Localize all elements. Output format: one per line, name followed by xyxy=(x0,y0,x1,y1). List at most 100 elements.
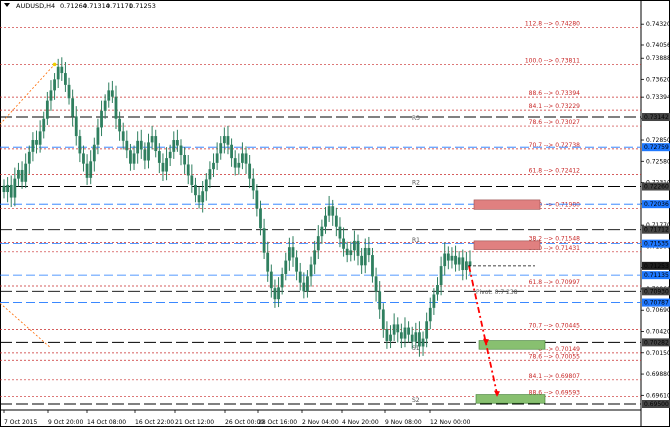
candle-body xyxy=(277,287,280,300)
candle-body xyxy=(432,294,436,308)
candle-body xyxy=(443,253,447,267)
candle-body xyxy=(212,162,215,170)
candle-body xyxy=(334,215,338,227)
candle-body xyxy=(100,110,103,128)
time-tick-label: 9 Oct 20:00 xyxy=(48,419,83,426)
candle-body xyxy=(309,264,313,277)
price-tick-label: 0.74320 xyxy=(646,21,670,28)
price-tick-label: 0.73888 xyxy=(646,55,670,62)
sell-zone-lower xyxy=(473,240,541,250)
pivot-label: S2 xyxy=(412,397,420,404)
chart-window-menu-icon[interactable] xyxy=(4,3,10,7)
candle-body xyxy=(78,136,82,154)
candle-body xyxy=(31,140,35,152)
candle-body xyxy=(320,226,324,237)
candle-body xyxy=(2,185,6,193)
candle-body xyxy=(215,153,219,163)
candle-body xyxy=(280,273,284,288)
price-box-label: 0.70282 xyxy=(644,339,669,346)
window-title: AUDUSD,H4 xyxy=(16,2,56,10)
time-tick-label: 21 Oct 12:00 xyxy=(175,419,214,426)
candle-body xyxy=(82,153,85,164)
candle-body xyxy=(222,136,226,144)
candle-body xyxy=(190,175,194,185)
candle-body xyxy=(331,206,335,216)
sell-zone-upper xyxy=(473,199,541,210)
candle-body xyxy=(114,96,118,119)
candle-body xyxy=(147,142,150,161)
candle-body xyxy=(150,136,154,143)
candle-body xyxy=(461,257,465,271)
price-tick-label: 0.69880 xyxy=(646,371,670,378)
candle-body xyxy=(183,154,187,165)
candle-body xyxy=(17,169,20,179)
candle-body xyxy=(428,307,432,322)
candle-body xyxy=(172,140,176,152)
chart-area: 112.8 --> 0.74280 100.0 --> 0.73811 88.6 -… xyxy=(0,0,670,427)
fib-label: 78.6 --> 0.73027 xyxy=(529,119,581,126)
candle-body xyxy=(85,163,89,178)
candle-body xyxy=(287,247,291,261)
time-tick-label: 9 Nov 08:00 xyxy=(385,419,422,426)
candle-body xyxy=(71,98,75,117)
candle-body xyxy=(161,162,165,172)
candle-body xyxy=(9,184,13,198)
candle-body xyxy=(436,285,439,295)
candle-body xyxy=(316,236,320,251)
candle-body xyxy=(67,84,71,99)
candlestick-chart: 112.8 --> 0.74280 100.0 --> 0.73811 88.6 -… xyxy=(0,0,670,427)
ohlc-close: 0.71253 xyxy=(129,2,156,10)
fib-label: 61.8 --> 0.70997 xyxy=(529,279,581,286)
time-tick-label: 7 Oct 2015 xyxy=(4,419,37,426)
candle-body xyxy=(35,140,38,145)
candle-body xyxy=(56,66,60,80)
candle-body xyxy=(353,240,356,251)
swing-high-marker xyxy=(52,62,57,67)
candle-body xyxy=(385,329,389,341)
candle-body xyxy=(345,248,349,256)
candle-body xyxy=(136,140,140,154)
candle-body xyxy=(179,145,183,155)
candle-body xyxy=(121,131,125,141)
candle-body xyxy=(226,136,230,145)
candle-body xyxy=(6,184,10,193)
candle-body xyxy=(89,161,93,178)
price-box-label: 0.72759 xyxy=(644,144,669,151)
candle-body xyxy=(129,150,132,164)
candle-body xyxy=(349,250,353,256)
candle-body xyxy=(237,162,241,168)
candle-body xyxy=(439,266,443,286)
price-box-label: 0.69500 xyxy=(644,401,669,408)
target-zone-1 xyxy=(478,340,546,350)
fib-label: 61.8 --> 0.72412 xyxy=(529,168,581,175)
candle-body xyxy=(110,90,114,97)
fib-label: 112.8 --> 0.74280 xyxy=(525,20,580,27)
candle-body xyxy=(389,334,392,341)
candle-body xyxy=(262,228,266,253)
candle-body xyxy=(154,136,158,152)
price-tick-label: 0.72580 xyxy=(646,158,670,165)
candle-body xyxy=(27,151,31,164)
candle-body xyxy=(360,255,364,266)
price-box-label: 0.71712 xyxy=(644,227,669,234)
price-box-label: 0.73142 xyxy=(644,114,669,121)
candle-body xyxy=(446,253,450,261)
candle-body xyxy=(157,151,161,163)
candle-body xyxy=(92,144,96,162)
candle-body xyxy=(132,153,136,164)
candle-body xyxy=(241,153,244,163)
candle-body xyxy=(60,66,64,74)
candle-body xyxy=(324,215,327,227)
candle-body xyxy=(230,144,233,159)
candle-body xyxy=(468,261,472,267)
candle-body xyxy=(464,261,468,271)
candle-body xyxy=(96,127,100,145)
time-tick-label: 4 Nov 20:00 xyxy=(342,419,379,426)
price-tick-label: 0.70150 xyxy=(646,350,670,357)
candle-body xyxy=(219,143,223,154)
candle-body xyxy=(201,191,205,203)
price-box-label: 0.72260 xyxy=(644,184,669,191)
time-tick-label: 14 Oct 08:00 xyxy=(87,419,126,426)
candle-body xyxy=(381,309,385,330)
candle-body xyxy=(74,116,78,137)
